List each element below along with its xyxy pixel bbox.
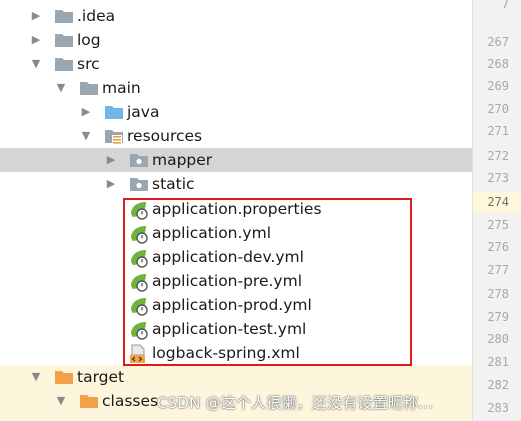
line-number: 271: [487, 124, 509, 138]
tree-item-label: src: [77, 55, 100, 73]
tree-item-application-yml[interactable]: application.yml: [0, 221, 472, 245]
tree-item-label: application.yml: [152, 224, 272, 242]
line-number: 277: [487, 263, 509, 277]
tree-item-label: mapper: [152, 151, 213, 169]
chevron-down-icon[interactable]: ▼: [53, 80, 69, 96]
folder-gray-icon: [54, 7, 74, 25]
tree-item-label: application-test.yml: [152, 320, 307, 338]
xml-file-icon: [128, 344, 148, 363]
folder-orange-icon: [79, 392, 99, 410]
line-number: 280: [487, 332, 509, 346]
clipped-row: [0, 0, 472, 3]
folder-orange-icon: [54, 368, 74, 386]
tree-item-label: target: [77, 368, 125, 386]
tree-item-logback-spring-xml[interactable]: logback-spring.xml: [0, 341, 472, 365]
tree-item-label: java: [127, 103, 160, 121]
tree-item-main[interactable]: ▼ main: [0, 76, 472, 100]
chevron-down-icon[interactable]: ▼: [78, 128, 94, 144]
chevron-down-icon[interactable]: ▼: [53, 393, 69, 409]
tree-item-label: application.properties: [152, 200, 322, 218]
chevron-right-icon[interactable]: ▶: [103, 152, 119, 168]
ide-project-view: ▶ .idea ▶ log ▼ src ▼ main ▶ java ▼ reso…: [0, 0, 521, 421]
tree-item-application-pre-yml[interactable]: application-pre.yml: [0, 269, 472, 293]
tree-item-static[interactable]: ▶ static: [0, 172, 472, 196]
tree-item-application-dev-yml[interactable]: application-dev.yml: [0, 245, 472, 269]
tree-item-mapper[interactable]: ▶ mapper: [0, 148, 472, 172]
line-number: 273: [487, 171, 509, 185]
line-number-gutter: 7 267 268 269 270 271 272 273 274 275 27…: [472, 0, 521, 421]
tree-item-target[interactable]: ▼ target: [0, 365, 472, 389]
tree-item-java[interactable]: ▶ java: [0, 100, 472, 124]
tree-item-label: application-prod.yml: [152, 296, 312, 314]
chevron-right-icon[interactable]: ▶: [28, 8, 44, 24]
tree-item-label: log: [77, 31, 101, 49]
line-number: 267: [487, 35, 509, 49]
line-number: 270: [487, 102, 509, 116]
line-number: 282: [487, 378, 509, 392]
line-number: 279: [487, 310, 509, 324]
line-number-current: 274: [487, 195, 509, 209]
spring-config-icon: [128, 296, 148, 316]
tree-item-log[interactable]: ▶ log: [0, 28, 472, 52]
line-number: 283: [487, 401, 509, 415]
line-number: 268: [487, 57, 509, 71]
folder-package-icon: [129, 151, 149, 169]
folder-gray-icon: [54, 31, 74, 49]
folder-resources-icon: [104, 127, 124, 145]
chevron-down-icon[interactable]: ▼: [28, 369, 44, 385]
spring-config-icon: [128, 272, 148, 292]
tree-item-label: static: [152, 175, 195, 193]
tree-item-label: application-pre.yml: [152, 272, 303, 290]
spring-config-icon: [128, 200, 148, 220]
line-number: 276: [487, 240, 509, 254]
project-tree: ▶ .idea ▶ log ▼ src ▼ main ▶ java ▼ reso…: [0, 0, 472, 421]
folder-gray-icon: [54, 55, 74, 73]
line-number: 272: [487, 149, 509, 163]
chevron-right-icon[interactable]: ▶: [78, 104, 94, 120]
spring-config-icon: [128, 224, 148, 244]
line-number: 7: [501, 0, 509, 11]
folder-package-icon: [129, 175, 149, 193]
tree-item-clipped: [0, 413, 472, 421]
chevron-down-icon[interactable]: ▼: [28, 56, 44, 72]
tree-item-idea[interactable]: ▶ .idea: [0, 4, 472, 28]
tree-item-application-test-yml[interactable]: application-test.yml: [0, 317, 472, 341]
tree-item-label: main: [102, 79, 141, 97]
spring-config-icon: [128, 320, 148, 340]
tree-item-application-prod-yml[interactable]: application-prod.yml: [0, 293, 472, 317]
tree-item-label: classes: [102, 392, 159, 410]
tree-item-label: application-dev.yml: [152, 248, 304, 266]
chevron-right-icon[interactable]: ▶: [103, 176, 119, 192]
tree-item-src[interactable]: ▼ src: [0, 52, 472, 76]
line-number: 269: [487, 79, 509, 93]
chevron-right-icon[interactable]: ▶: [28, 32, 44, 48]
tree-item-application-properties[interactable]: application.properties: [0, 197, 472, 221]
tree-item-label: resources: [127, 127, 203, 145]
line-number: 275: [487, 218, 509, 232]
watermark: CSDN @这个人很懒，还没有设置昵称...: [157, 394, 434, 412]
folder-gray-icon: [79, 79, 99, 97]
tree-item-resources[interactable]: ▼ resources: [0, 124, 472, 148]
line-number: 281: [487, 355, 509, 369]
tree-item-label: logback-spring.xml: [152, 344, 300, 362]
tree-item-label: .idea: [77, 7, 116, 25]
line-number: 278: [487, 287, 509, 301]
spring-config-icon: [128, 248, 148, 268]
folder-blue-source-icon: [104, 103, 124, 121]
